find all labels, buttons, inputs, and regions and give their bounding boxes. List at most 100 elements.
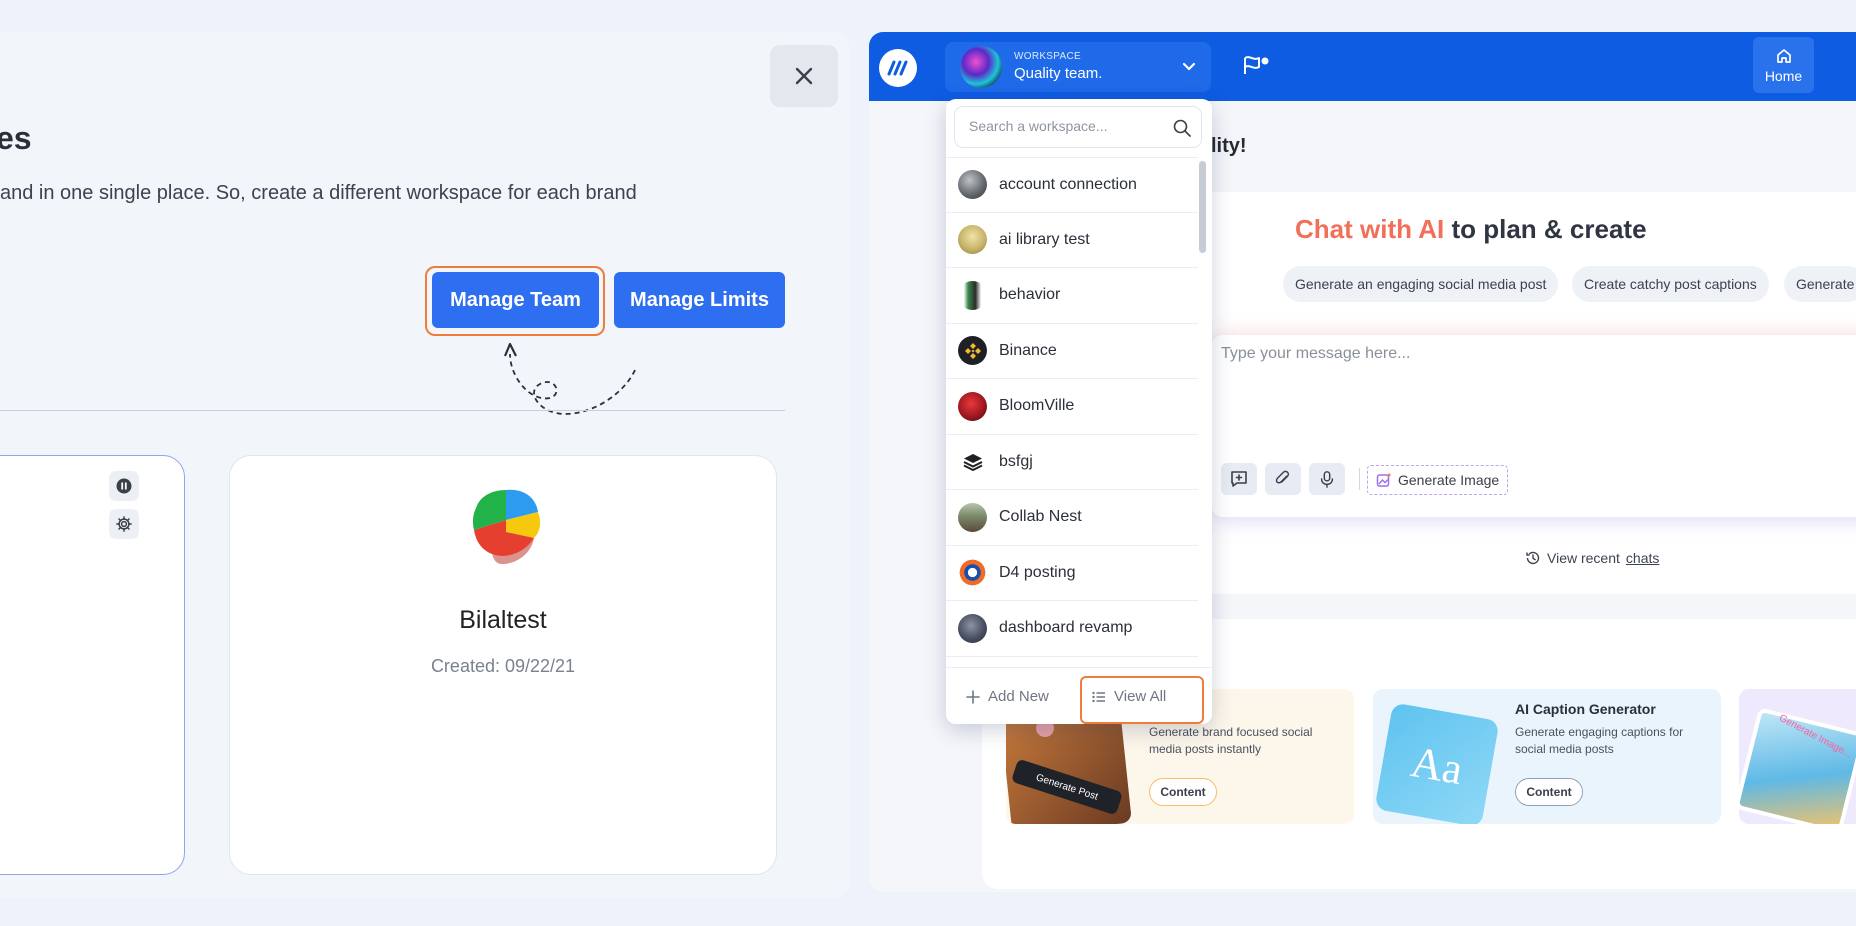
workspace-item-label: Collab Nest [999, 508, 1082, 526]
list-icon [1092, 691, 1105, 702]
workspace-avatar [958, 558, 987, 588]
workspace-avatar [958, 280, 987, 310]
workspace-selector[interactable]: WORKSPACE Quality team. [945, 42, 1211, 92]
top-navbar: WORKSPACE Quality team. Home [869, 32, 1856, 101]
pause-icon [116, 478, 132, 494]
chevron-down-icon [1182, 62, 1196, 71]
message-plus-icon [1231, 471, 1247, 487]
settings-button[interactable] [109, 509, 139, 539]
workspace-item-label: bsfgj [999, 452, 1033, 470]
add-new-label: Add New [988, 688, 1049, 705]
paperclip-icon [1275, 470, 1290, 484]
workspace-avatar [958, 170, 987, 200]
view-all-label: View All [1114, 688, 1167, 705]
chat-title-highlight: Chat with AI [1295, 214, 1445, 244]
workspaces-modal: es and in one single place. So, create a… [0, 32, 849, 898]
workspace-created-date: Created: 09/22/21 [430, 656, 576, 676]
workspace-item-label: BloomVille [999, 397, 1075, 415]
view-all-workspaces-button[interactable]: View All [1092, 688, 1166, 705]
layers-icon [963, 453, 982, 471]
tool-description: Generate engaging captions for social me… [1515, 725, 1684, 756]
workspace-logo [472, 489, 541, 564]
home-label: Home [1764, 67, 1803, 84]
voice-button[interactable] [1309, 463, 1345, 495]
layers-logo [958, 447, 987, 477]
microphone-icon [1320, 471, 1334, 488]
suggestion-chip[interactable]: Generate [1784, 266, 1856, 302]
workspace-item-label: dashboard revamp [999, 619, 1133, 637]
page-title: es [0, 120, 32, 156]
scrollbar-thumb[interactable] [1199, 161, 1206, 253]
workspace-item[interactable]: BloomVille [946, 379, 1198, 435]
curved-arrow-icon [503, 342, 636, 415]
binance-icon [964, 342, 981, 359]
workspace-dropdown: account connection ai library test behav… [946, 99, 1212, 724]
home-icon [1776, 48, 1791, 63]
workspace-avatar [958, 502, 987, 532]
workspace-avatar [960, 46, 1002, 88]
workspace-search [954, 106, 1202, 148]
workspace-name: Quality team. [1014, 65, 1103, 82]
workspace-item-label: Binance [999, 341, 1057, 359]
search-icon[interactable] [1172, 118, 1192, 138]
workspace-avatar [958, 225, 987, 255]
history-icon [1526, 551, 1540, 565]
greeting-text: lity! [1211, 135, 1247, 157]
workspace-item[interactable]: Collab Nest [946, 490, 1198, 546]
generate-image-button[interactable]: Generate Image [1367, 465, 1509, 495]
suggestion-chip[interactable]: Generate an engaging social media post [1283, 266, 1559, 302]
workspace-item[interactable]: dashboard revamp [946, 601, 1198, 657]
image-sparkle-icon [1376, 472, 1392, 487]
caption-generator-card[interactable]: Aa AI Caption Generator Generate engagin… [1373, 689, 1721, 824]
workspace-item[interactable]: bsfgj [946, 435, 1198, 490]
caption-thumbnail: Aa [1374, 702, 1500, 824]
view-recent-chats: View recent chats [1525, 550, 1659, 566]
workspace-item[interactable]: dashboard [946, 657, 1198, 668]
tool-description: Generate brand focused social media post… [1149, 725, 1313, 756]
workspace-item[interactable]: account connection [946, 157, 1198, 213]
toolbar-divider [1359, 468, 1360, 490]
content-badge[interactable]: Content [1515, 778, 1583, 806]
pause-button[interactable] [109, 471, 139, 501]
suggestion-chip[interactable]: Create catchy post captions [1572, 266, 1769, 302]
workspace-item[interactable]: Binance [946, 324, 1198, 379]
manage-limits-button[interactable]: Manage Limits [614, 272, 785, 328]
image-generator-card[interactable]: Generate Image... [1739, 689, 1856, 824]
prompt-button[interactable] [1221, 463, 1257, 495]
close-button[interactable] [770, 45, 838, 107]
logo-icon [887, 60, 908, 76]
gear-icon [116, 516, 132, 532]
recent-chats-link[interactable]: chats [1626, 550, 1659, 566]
page-description: and in one single place. So, create a di… [0, 182, 637, 204]
chat-title: Chat with AI to plan & create [1295, 214, 1647, 245]
app-logo[interactable] [879, 49, 917, 87]
home-button[interactable]: Home [1753, 37, 1814, 93]
workspace-list: account connection ai library test behav… [946, 157, 1198, 667]
divider [0, 410, 785, 411]
recent-prefix: View recent [1547, 550, 1620, 566]
workspace-card[interactable]: Bilaltest Created: 09/22/21 [229, 455, 777, 875]
workspace-search-input[interactable] [969, 118, 1169, 134]
workspace-item[interactable]: behavior [946, 268, 1198, 324]
workspace-avatar [958, 391, 987, 421]
workspace-item[interactable]: D4 posting [946, 546, 1198, 601]
manage-team-button[interactable]: Manage Team [432, 272, 599, 328]
tool-title: AI Caption Generator [1515, 701, 1656, 717]
workspace-item-label: behavior [999, 286, 1061, 304]
workspace-label: WORKSPACE [1014, 51, 1081, 62]
workspace-item-label: ai library test [999, 230, 1090, 248]
content-badge[interactable]: Content [1149, 778, 1217, 806]
workspace-card[interactable]: o [0, 455, 185, 875]
workspace-item[interactable]: ai library test [946, 213, 1198, 268]
add-new-workspace-button[interactable]: Add New [966, 688, 1049, 705]
message-input[interactable] [1221, 345, 1781, 363]
message-composer: Generate Image [1211, 335, 1856, 517]
workspace-avatar [958, 613, 987, 643]
chat-title-rest: to plan & create [1444, 214, 1647, 244]
flag-icon[interactable] [1241, 53, 1271, 77]
workspace-item-label: account connection [999, 175, 1137, 193]
plus-icon [966, 689, 980, 704]
close-icon [795, 67, 813, 85]
binance-logo [958, 336, 987, 366]
attach-button[interactable] [1265, 463, 1301, 495]
